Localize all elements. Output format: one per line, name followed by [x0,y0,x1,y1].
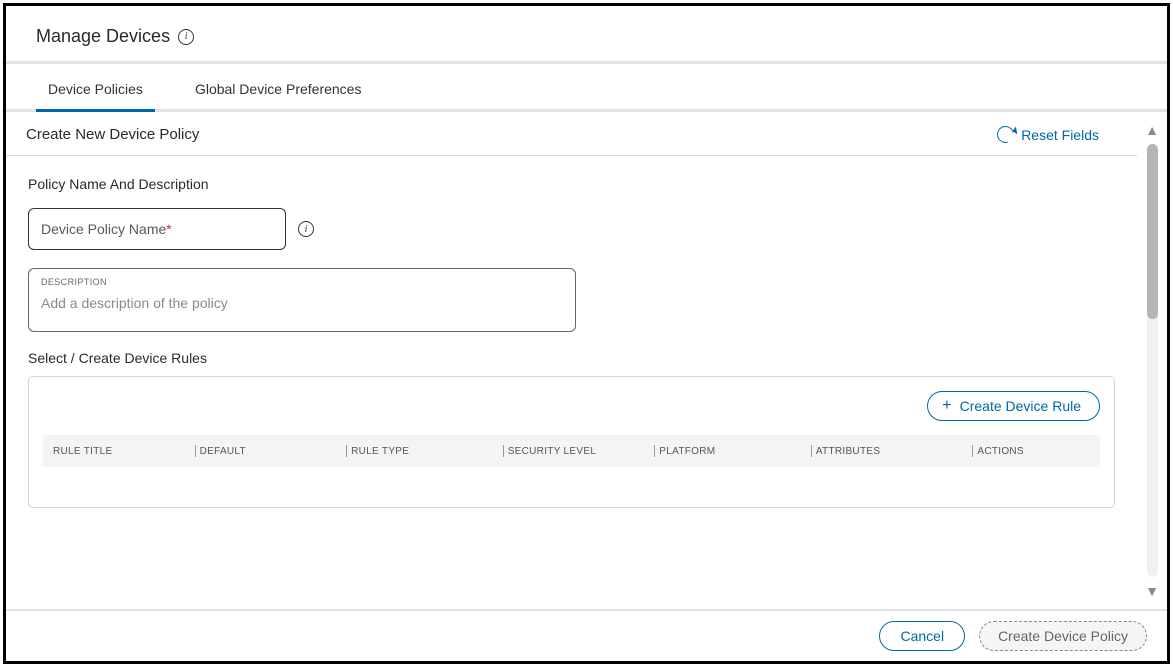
section-header: Create New Device Policy Reset Fields [6,112,1137,156]
form-area: Policy Name And Description Device Polic… [6,156,1137,518]
tab-section: Device Policies Global Device Preference… [6,61,1167,112]
scroll-down-icon[interactable]: ▼ [1145,583,1159,599]
info-icon[interactable]: i [178,29,194,45]
reset-fields-link[interactable]: Reset Fields [997,126,1099,143]
cancel-button[interactable]: Cancel [879,621,965,651]
reset-icon [994,123,1017,146]
name-description-heading: Policy Name And Description [28,176,1117,192]
tab-global-preferences[interactable]: Global Device Preferences [183,67,374,112]
required-indicator: * [166,221,171,237]
col-rule-title: RULE TITLE [47,445,187,457]
create-device-rule-button[interactable]: + Create Device Rule [927,391,1100,421]
plus-icon: + [942,398,951,414]
body-row: Create New Device Policy Reset Fields Po… [6,112,1167,609]
description-placeholder: Add a description of the policy [41,295,563,321]
create-rule-label: Create Device Rule [960,398,1081,414]
tab-bar: Device Policies Global Device Preference… [6,64,1167,109]
app-frame: Manage Devices i Device Policies Global … [3,3,1170,664]
page-header: Manage Devices i [6,6,1167,61]
create-device-policy-button[interactable]: Create Device Policy [979,621,1147,651]
description-label: DESCRIPTION [41,277,563,287]
col-default: DEFAULT [189,445,339,457]
description-textarea[interactable]: DESCRIPTION Add a description of the pol… [28,268,576,332]
scroll-track[interactable] [1147,144,1158,577]
rules-table-header: RULE TITLE DEFAULT RULE TYPE SECURITY LE… [43,435,1100,467]
page-title: Manage Devices [36,26,170,47]
scroll-thumb[interactable] [1147,144,1158,319]
col-platform: PLATFORM [648,445,803,457]
content-scroll: Create New Device Policy Reset Fields Po… [6,112,1137,609]
reset-label: Reset Fields [1021,127,1099,143]
policy-name-input[interactable]: Device Policy Name* [28,208,286,250]
col-actions: ACTIONS [966,445,1096,457]
scroll-up-icon[interactable]: ▲ [1145,122,1159,138]
section-title: Create New Device Policy [26,126,199,143]
footer: Cancel Create Device Policy [6,609,1167,661]
rules-box: + Create Device Rule RULE TITLE DEFAULT … [28,376,1115,508]
col-attributes: ATTRIBUTES [805,445,965,457]
rules-heading: Select / Create Device Rules [28,350,1117,366]
scrollbar[interactable]: ▲ ▼ [1137,112,1167,609]
col-rule-type: RULE TYPE [340,445,495,457]
tab-device-policies[interactable]: Device Policies [36,67,155,112]
policy-name-row: Device Policy Name* i [28,208,1117,250]
rules-toolbar: + Create Device Rule [43,391,1100,421]
info-icon[interactable]: i [298,221,314,237]
policy-name-label: Device Policy Name [41,221,166,237]
col-security-level: SECURITY LEVEL [497,445,647,457]
